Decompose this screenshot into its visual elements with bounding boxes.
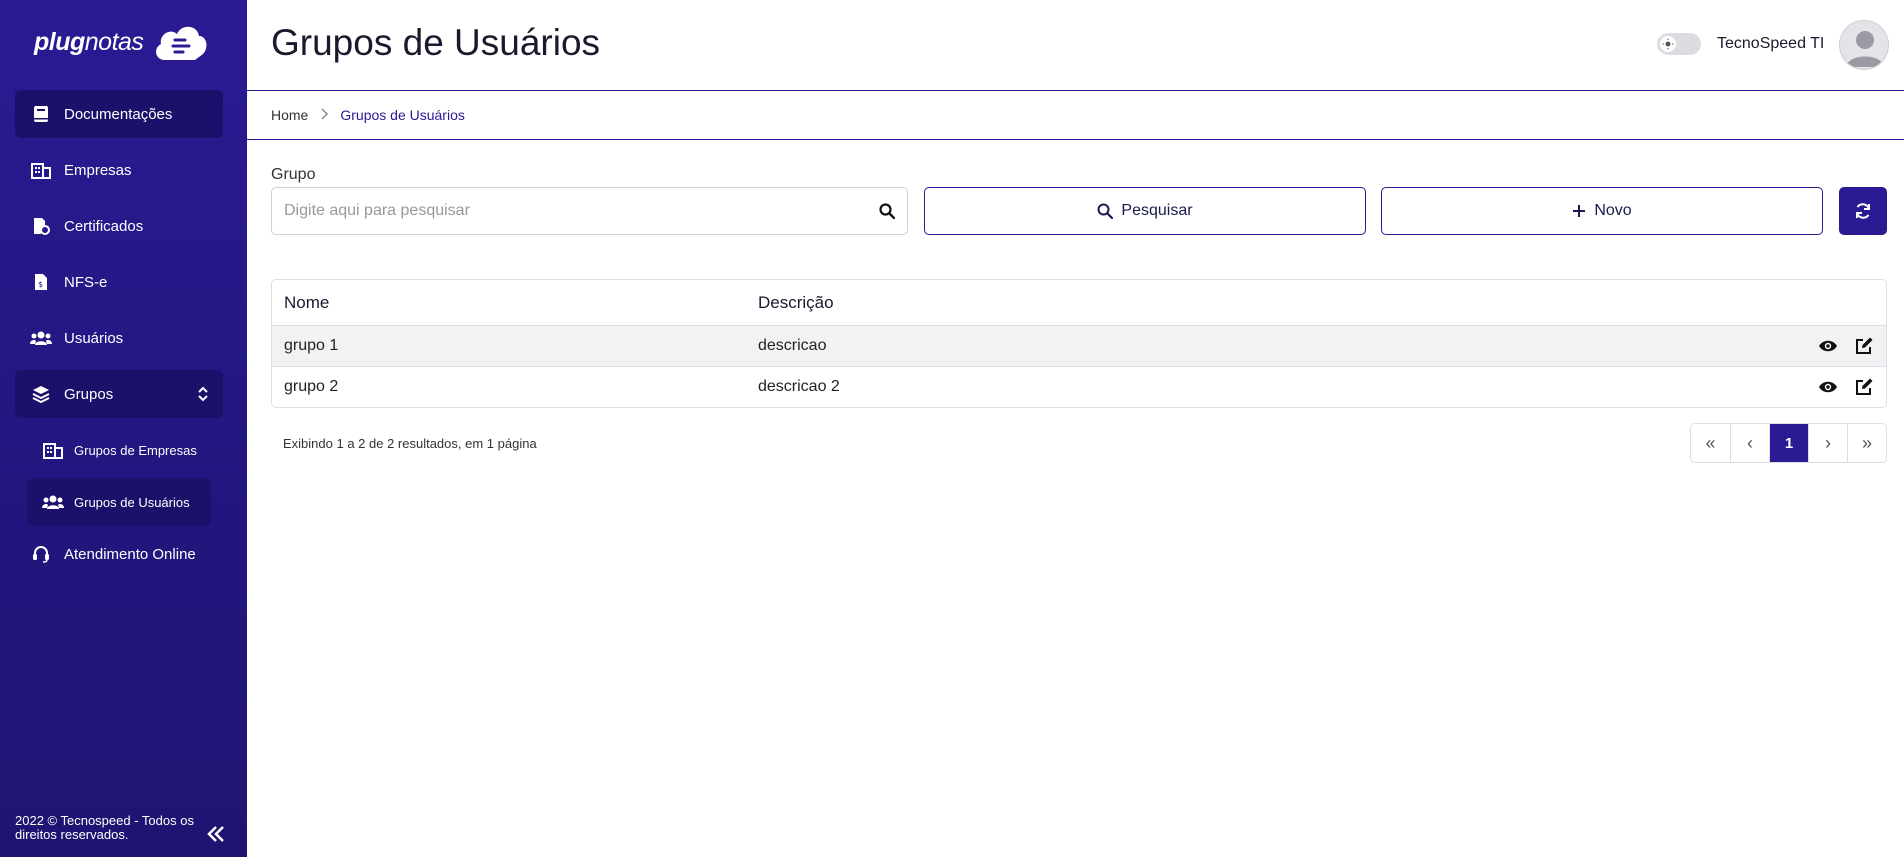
users-icon [30,327,52,349]
copyright-text: 2022 © Tecnospeed - Todos os direitos re… [15,813,194,842]
search-icon [1097,203,1114,219]
last-page-button[interactable]: » [1847,424,1886,462]
sidebar-item-label: Certificados [64,217,144,235]
building-icon [42,439,64,461]
column-header-nome[interactable]: Nome [272,293,758,313]
user-avatar-icon [1846,31,1884,67]
svg-text:$: $ [38,280,43,289]
pagination: « ‹ 1 › » [1690,423,1887,463]
page-title: Grupos de Usuários [271,22,601,63]
page-button-current[interactable]: 1 [1769,424,1808,462]
avatar[interactable] [1839,20,1889,70]
results-info: Exibindo 1 a 2 de 2 resultados, em 1 pág… [283,436,537,451]
sidebar-item-documentacoes[interactable]: Documentações [15,90,223,138]
book-icon [30,103,52,125]
table-row: grupo 1 descricao [272,325,1886,366]
search-field [271,187,908,235]
cell-name: grupo 1 [284,337,339,354]
edit-icon[interactable] [1854,377,1874,397]
edit-icon[interactable] [1854,336,1874,356]
sidebar-item-grupos[interactable]: Grupos [15,370,223,418]
sidebar-item-label: Atendimento Online [64,545,196,563]
new-button[interactable]: Novo [1381,187,1823,235]
first-page-button[interactable]: « [1691,424,1730,462]
sidebar: plugnotas Documentações Empresas Certifi… [0,0,247,857]
sidebar-item-label: Empresas [64,161,132,179]
logo-text: plugnotas [34,27,144,56]
table-row: grupo 2 descricao 2 [272,366,1886,407]
prev-page-button[interactable]: ‹ [1730,424,1769,462]
sidebar-subitem-label: Grupos de Empresas [74,442,197,458]
search-input[interactable] [272,188,867,234]
new-button-label: Novo [1594,202,1632,219]
sidebar-item-certificados[interactable]: Certificados [15,202,223,250]
sun-icon [1660,36,1676,52]
cell-description: descricao [758,337,827,354]
group-field-label: Grupo [271,166,316,183]
cloud-logo-icon [156,26,207,60]
view-eye-icon[interactable] [1818,377,1838,397]
sidebar-item-atendimento[interactable]: Atendimento Online [15,530,223,578]
sidebar-item-empresas[interactable]: Empresas [15,146,223,194]
building-icon [30,159,52,181]
layers-icon [30,383,52,405]
row-actions [1796,336,1886,356]
sidebar-item-label: Usuários [64,329,124,347]
next-page-button[interactable]: › [1808,424,1847,462]
headset-icon [30,543,52,565]
page-header: Grupos de Usuários TecnoSpeed TI [247,0,1904,91]
sidebar-item-label: Documentações [64,105,173,123]
sidebar-item-grupos-empresas[interactable]: Grupos de Empresas [27,426,211,474]
column-header-descricao[interactable]: Descrição [758,293,1886,313]
user-name: TecnoSpeed TI [1717,35,1825,52]
chevron-updown-icon [198,386,208,402]
groups-table: Nome Descrição grupo 1 descricao grupo 2… [271,279,1887,408]
sidebar-item-nfse[interactable]: $ NFS-e [15,258,223,306]
sidebar-nav: Documentações Empresas Certificados $ NF… [15,90,223,586]
breadcrumb: Home Grupos de Usuários [247,91,1904,140]
view-eye-icon[interactable] [1818,336,1838,356]
sidebar-item-label: Grupos [64,385,114,403]
row-actions [1796,377,1886,397]
sidebar-item-label: NFS-e [64,273,108,291]
search-button-label: Pesquisar [1121,202,1193,219]
refresh-button[interactable] [1839,187,1887,235]
theme-toggle[interactable] [1657,33,1701,55]
sidebar-item-grupos-usuarios[interactable]: Grupos de Usuários [27,478,211,526]
grupos-submenu: Grupos de Empresas Grupos de Usuários [15,426,223,526]
sidebar-subitem-label: Grupos de Usuários [74,494,190,510]
cell-description: descricao 2 [758,378,840,395]
sidebar-item-usuarios[interactable]: Usuários [15,314,223,362]
chevron-right-icon [320,107,329,123]
collapse-sidebar-icon[interactable] [204,822,228,846]
table-header-row: Nome Descrição [272,280,1886,325]
refresh-icon [1856,203,1870,219]
breadcrumb-home[interactable]: Home [271,107,308,123]
certificate-icon [30,215,52,237]
plus-icon [1572,204,1586,218]
brand-logo[interactable]: plugnotas [34,20,209,64]
cell-name: grupo 2 [284,378,339,395]
file-invoice-icon: $ [30,271,52,293]
breadcrumb-current: Grupos de Usuários [340,107,465,123]
users-icon [42,491,64,513]
search-button[interactable]: Pesquisar [924,187,1366,235]
search-icon[interactable] [867,203,907,219]
